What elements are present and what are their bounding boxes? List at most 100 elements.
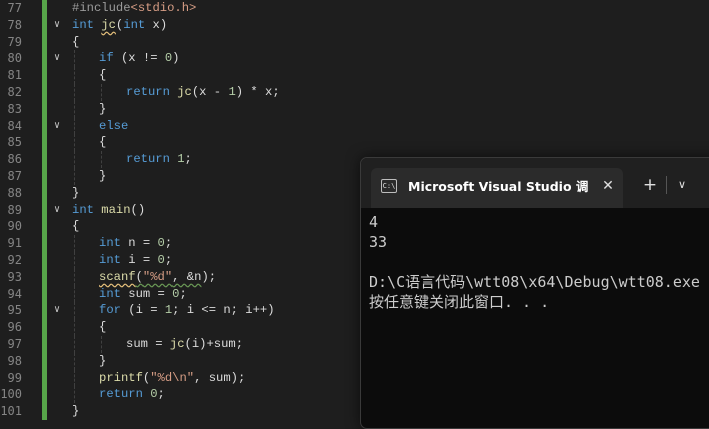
code-text[interactable]: } <box>72 185 79 202</box>
code-line[interactable]: 82 return jc(x - 1) * x; <box>0 84 709 101</box>
code-token: int <box>123 17 146 32</box>
code-text[interactable]: { <box>72 218 79 235</box>
code-line[interactable]: 80 ∨ if (x != 0) <box>0 50 709 68</box>
code-token: ( <box>135 269 143 284</box>
debug-console-window[interactable]: C:\ Microsoft Visual Studio 调试控制台 ✕ + ∨ … <box>360 157 709 429</box>
code-token: ; <box>157 387 165 402</box>
code-token: } <box>72 185 80 200</box>
code-text[interactable]: int sum = 0; <box>99 286 187 303</box>
change-indicator <box>42 84 47 101</box>
code-text[interactable]: else <box>99 118 128 135</box>
indent-guide <box>74 319 75 336</box>
indent-guide <box>74 369 75 387</box>
code-token: ) <box>172 51 180 66</box>
change-indicator <box>42 168 47 185</box>
fold-chevron-icon[interactable]: ∨ <box>52 18 62 32</box>
code-text[interactable]: if (x != 0) <box>99 50 180 67</box>
code-token: (x - <box>191 85 229 99</box>
code-token: 0 <box>157 253 165 267</box>
code-line[interactable]: 81 { <box>0 67 709 84</box>
terminal-tab[interactable]: C:\ Microsoft Visual Studio 调试控制台 ✕ <box>371 168 623 208</box>
indent-guide <box>74 84 75 101</box>
code-text[interactable]: printf("%d\n", sum); <box>99 370 245 387</box>
code-text[interactable]: { <box>99 134 106 151</box>
chevron-down-icon[interactable]: ∨ <box>671 175 693 195</box>
fold-chevron-icon[interactable]: ∨ <box>52 119 62 133</box>
code-text[interactable]: int main() <box>72 202 145 219</box>
code-text[interactable]: int jc(int x) <box>72 17 167 34</box>
terminal-titlebar[interactable]: C:\ Microsoft Visual Studio 调试控制台 ✕ + ∨ <box>361 158 709 208</box>
code-token: int <box>99 286 121 301</box>
code-line[interactable]: 84 ∨ else <box>0 117 709 135</box>
indent-guide <box>74 235 75 252</box>
line-number: 99 <box>7 370 22 385</box>
code-token: 1 <box>228 85 236 99</box>
change-indicator <box>42 285 47 303</box>
line-number: 87 <box>7 169 22 183</box>
fold-chevron-icon[interactable]: ∨ <box>52 303 62 317</box>
code-text[interactable]: } <box>99 353 106 370</box>
code-token: (i = <box>120 303 165 318</box>
line-number: 97 <box>7 337 22 351</box>
code-line[interactable]: 79 { <box>0 33 709 51</box>
code-text[interactable]: sum = jc(i)+sum; <box>126 336 243 353</box>
code-text[interactable]: } <box>72 403 79 420</box>
code-token: , sum); <box>194 370 246 385</box>
code-token: sum = <box>120 286 173 301</box>
indent-guide <box>74 100 75 118</box>
code-token: ; <box>164 253 173 267</box>
close-icon[interactable]: ✕ <box>599 177 617 195</box>
line-number: 101 <box>0 404 22 419</box>
fold-chevron-icon[interactable]: ∨ <box>52 203 62 217</box>
code-token: (x != <box>113 51 165 66</box>
code-token: , &n <box>172 269 202 284</box>
code-text[interactable]: return jc(x - 1) * x; <box>126 84 280 101</box>
indent-guide <box>74 336 75 353</box>
code-token: () <box>130 202 146 217</box>
indent-guide <box>74 50 75 68</box>
change-indicator <box>42 117 47 135</box>
code-text[interactable]: int i = 0; <box>99 252 172 269</box>
change-indicator <box>42 369 47 387</box>
output-line: 33 <box>369 233 388 251</box>
code-line[interactable]: 78 ∨ int jc(int x) <box>0 16 709 34</box>
code-text[interactable]: { <box>99 319 106 336</box>
code-token: ; <box>184 152 192 167</box>
code-token: "%d\n" <box>150 370 195 385</box>
code-token: scanf <box>99 269 136 284</box>
change-indicator <box>42 16 47 34</box>
line-number: 79 <box>7 34 22 49</box>
code-text[interactable]: { <box>99 67 106 84</box>
line-number: 83 <box>7 101 22 116</box>
code-text[interactable]: } <box>99 101 106 118</box>
code-text[interactable]: { <box>72 34 79 51</box>
new-tab-button[interactable]: + <box>639 175 661 195</box>
change-indicator <box>42 386 47 404</box>
code-text[interactable]: return 1; <box>126 151 192 168</box>
fold-chevron-icon[interactable]: ∨ <box>52 51 62 65</box>
change-indicator <box>42 252 47 269</box>
code-line[interactable]: 77 #include<stdio.h> <box>0 0 709 17</box>
code-token: for <box>99 303 121 318</box>
code-text[interactable]: int n = 0; <box>99 235 172 252</box>
line-number: 98 <box>7 353 22 368</box>
code-token: jc <box>169 337 185 351</box>
code-token: return <box>126 85 170 99</box>
code-text[interactable]: scanf("%d", &n); <box>99 269 216 286</box>
code-text[interactable]: } <box>99 168 106 185</box>
change-indicator <box>42 352 47 370</box>
line-number: 78 <box>7 17 22 32</box>
code-token: else <box>99 118 129 133</box>
code-text[interactable]: for (i = 1; i <= n; i++) <box>99 302 275 319</box>
code-token: ; <box>179 286 187 301</box>
line-number: 81 <box>7 68 22 83</box>
terminal-icon: C:\ <box>381 179 397 193</box>
code-token: { <box>99 320 107 335</box>
terminal-output[interactable]: 4 33 D:\C语言代码\wtt08\x64\Debug\wtt08.exe … <box>369 212 709 412</box>
code-text[interactable]: #include<stdio.h> <box>72 0 196 17</box>
code-token: int <box>72 202 94 217</box>
code-token: 0 <box>157 236 165 251</box>
code-line[interactable]: 83} <box>0 100 709 118</box>
code-text[interactable]: return 0; <box>99 386 165 403</box>
code-line[interactable]: 85 { <box>0 134 709 152</box>
